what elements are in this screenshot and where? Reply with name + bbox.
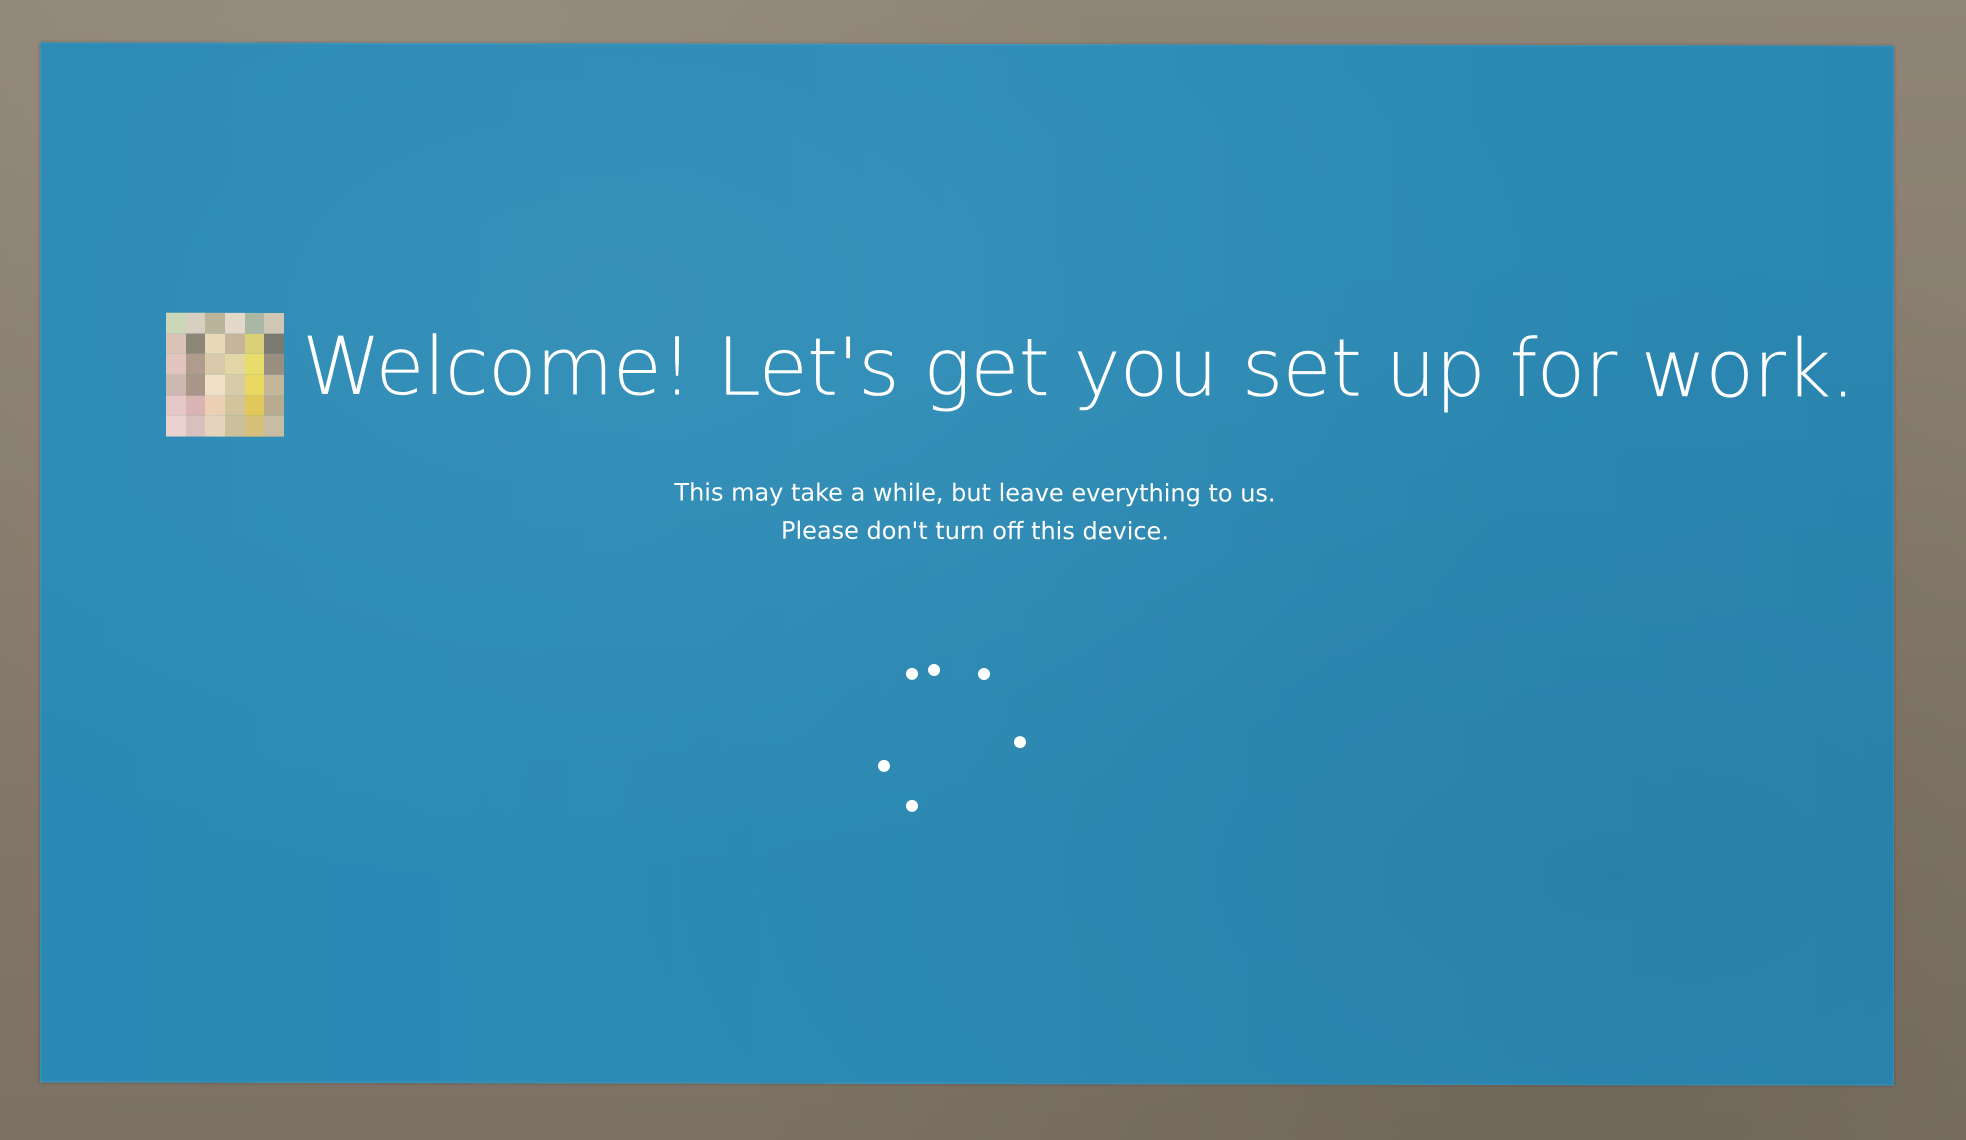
avatar-pixel <box>244 333 265 355</box>
avatar-pixel <box>205 395 225 417</box>
spinner-dot <box>978 668 990 681</box>
spinner-dot <box>906 799 918 812</box>
avatar-pixel <box>205 353 225 375</box>
avatar-pixel <box>224 374 245 396</box>
avatar-pixel <box>224 312 245 334</box>
setup-screen: Welcome! Let's get you set up for work. … <box>40 42 1894 1086</box>
avatar-pixel <box>224 416 245 437</box>
avatar-pixel <box>264 354 284 375</box>
avatar-pixel <box>244 416 265 437</box>
setup-subtitle: This may take a while, but leave everyth… <box>40 472 1880 551</box>
loading-spinner-icon <box>878 663 1040 824</box>
avatar-pixel <box>185 353 206 375</box>
avatar-pixel <box>185 333 206 354</box>
avatar-pixel <box>244 354 265 375</box>
avatar-pixel <box>205 415 225 437</box>
avatar-pixel <box>224 354 245 375</box>
avatar-pixel <box>185 312 206 334</box>
avatar-pixel <box>244 374 265 396</box>
monitor-frame: Welcome! Let's get you set up for work. … <box>0 0 1966 1140</box>
spinner-dot <box>928 663 940 676</box>
subtitle-line-1: This may take a while, but leave everyth… <box>674 478 1276 508</box>
avatar-pixel <box>264 416 284 437</box>
avatar-pixel <box>166 395 186 416</box>
avatar-pixel <box>185 374 206 396</box>
spinner-dot <box>906 667 918 680</box>
avatar-pixel <box>244 312 265 334</box>
avatar-pixel <box>264 395 284 417</box>
avatar-pixel <box>166 312 186 334</box>
welcome-headline: Welcome! Let's get you set up for work. <box>302 319 1855 416</box>
avatar-pixel <box>205 312 225 334</box>
avatar-pixel <box>185 395 206 416</box>
subtitle-line-2: Please don't turn off this device. <box>781 516 1169 546</box>
spinner-dot <box>1014 736 1026 749</box>
avatar-pixel <box>166 374 186 396</box>
avatar-pixel <box>264 312 284 334</box>
avatar-pixel <box>264 333 284 355</box>
avatar-pixel <box>244 395 265 417</box>
spinner-dot <box>878 759 890 772</box>
user-avatar-icon <box>166 312 284 437</box>
avatar-pixel <box>264 374 284 396</box>
avatar-pixel <box>166 353 186 375</box>
avatar-pixel <box>205 333 225 355</box>
avatar-pixel <box>224 395 245 417</box>
avatar-pixel <box>205 374 225 396</box>
avatar-pixel <box>166 415 186 437</box>
avatar-pixel <box>224 333 245 355</box>
avatar-pixel <box>185 415 206 437</box>
avatar-pixel <box>166 333 186 354</box>
